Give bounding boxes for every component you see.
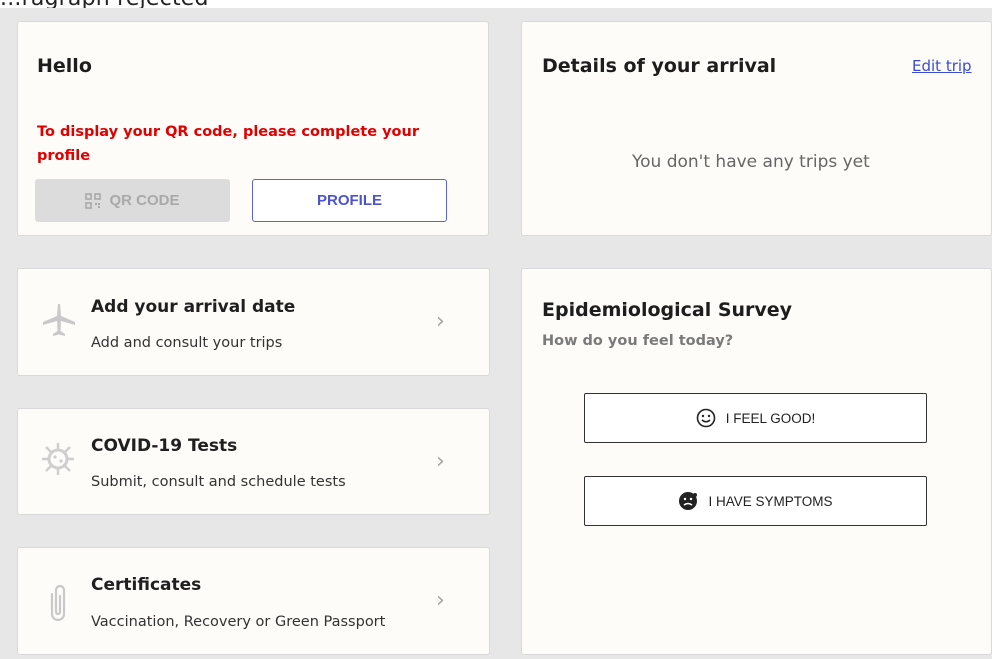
virus-icon [42, 443, 74, 475]
menu-item-title: Add your arrival date [91, 297, 296, 317]
airplane-icon [43, 304, 75, 336]
survey-question: How do you feel today? [542, 333, 734, 349]
menu-item-subtitle: Add and consult your trips [91, 335, 283, 351]
no-trips-message: You don't have any trips yet [632, 152, 870, 172]
chevron-right-icon: › [436, 588, 445, 613]
menu-item-subtitle: Vaccination, Recovery or Green Passport [91, 614, 386, 630]
top-cropped-text: ...ragraph rejected [0, 0, 992, 8]
menu-item-arrival-date[interactable]: Add your arrival date Add and consult yo… [17, 268, 490, 376]
survey-title: Epidemiological Survey [542, 299, 793, 321]
arrival-details-card: Details of your arrival Edit trip You do… [521, 21, 992, 236]
profile-label: PROFILE [316, 192, 382, 209]
edit-trip-link[interactable]: Edit trip [912, 57, 972, 75]
chevron-right-icon: › [436, 449, 445, 474]
hello-title: Hello [37, 55, 92, 77]
feel-good-button[interactable]: I FEEL GOOD! [584, 393, 927, 443]
have-symptoms-label: I HAVE SYMPTOMS [708, 493, 833, 509]
epidemiological-survey-card: Epidemiological Survey How do you feel t… [521, 268, 992, 655]
qr-code-button[interactable]: QR CODE [35, 179, 230, 222]
hello-card: Hello To display your QR code, please co… [17, 21, 489, 236]
qr-code-icon [85, 192, 102, 209]
menu-item-subtitle: Submit, consult and schedule tests [91, 474, 346, 490]
profile-warning: To display your QR code, please complete… [37, 124, 419, 164]
profile-button[interactable]: PROFILE [252, 179, 447, 222]
menu-item-certificates[interactable]: Certificates Vaccination, Recovery or Gr… [17, 547, 490, 655]
arrival-title: Details of your arrival [542, 55, 777, 77]
qr-code-label: QR CODE [109, 192, 180, 209]
paperclip-icon [50, 584, 66, 622]
chevron-right-icon: › [436, 309, 445, 334]
smiley-icon [696, 408, 716, 428]
menu-item-title: Certificates [91, 575, 202, 595]
menu-item-covid-tests[interactable]: COVID-19 Tests Submit, consult and sched… [17, 408, 490, 515]
menu-item-title: COVID-19 Tests [91, 436, 238, 456]
feel-good-label: I FEEL GOOD! [725, 410, 816, 426]
sick-face-icon [679, 492, 698, 510]
have-symptoms-button[interactable]: I HAVE SYMPTOMS [584, 476, 927, 526]
